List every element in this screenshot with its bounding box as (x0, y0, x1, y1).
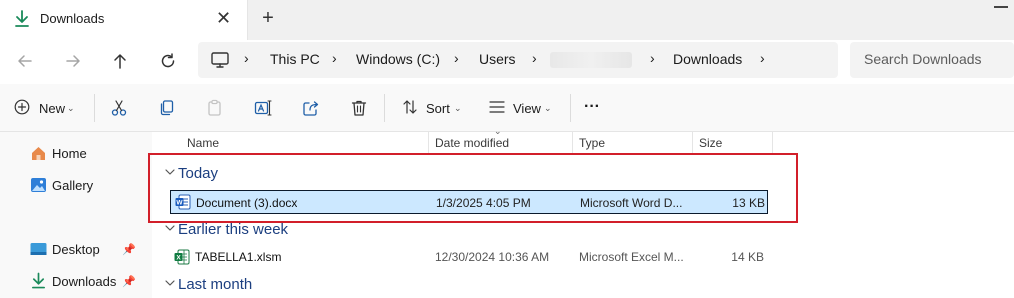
sidebar-item-label: Home (52, 146, 87, 161)
sidebar-item-desktop[interactable]: Desktop 📌 (24, 238, 148, 262)
file-name: Document (3).docx (196, 196, 298, 210)
sort-label: Sort (426, 101, 450, 116)
download-icon (15, 10, 29, 27)
word-doc-icon: W (175, 194, 191, 210)
chevron-down-icon (165, 169, 175, 175)
table-row[interactable]: X TABELLA1.xlsm 12/30/2024 10:36 AM Micr… (170, 245, 768, 269)
crumb-this-pc[interactable]: This PC (270, 51, 320, 67)
more-options-button[interactable]: ··· (584, 98, 600, 116)
column-separator[interactable] (772, 132, 773, 154)
divider (384, 94, 385, 122)
monitor-icon[interactable] (210, 51, 230, 69)
command-bar: New ⌄ Sort ⌄ View ⌄ ··· (0, 84, 1014, 132)
chevron-right-icon[interactable]: › (650, 50, 655, 66)
desktop-icon (30, 243, 47, 255)
file-size: 13 KB (732, 196, 765, 210)
copy-icon[interactable] (158, 99, 176, 117)
file-explorer-window: Downloads ✕ + › This PC › Windows (C:) ›… (0, 0, 1014, 298)
chevron-down-icon: ⌄ (454, 103, 462, 113)
new-button[interactable]: New ⌄ (12, 96, 78, 120)
sort-button[interactable]: Sort ⌄ (400, 96, 466, 120)
file-type: Microsoft Word D... (580, 196, 683, 210)
column-separator[interactable] (572, 132, 573, 154)
address-row: › This PC › Windows (C:) › Users › › Dow… (0, 40, 1014, 84)
rename-icon[interactable] (254, 99, 272, 117)
new-tab-button[interactable]: + (258, 6, 278, 30)
paste-icon[interactable] (206, 99, 224, 117)
new-label: New (39, 101, 66, 116)
sidebar-item-label: Downloads (52, 274, 117, 289)
excel-doc-icon: X (174, 249, 190, 265)
chevron-right-icon[interactable]: › (760, 50, 765, 66)
group-label: Last month (178, 276, 253, 293)
search-box[interactable] (850, 42, 1014, 78)
tab-downloads[interactable]: Downloads ✕ (0, 0, 248, 40)
minimize-icon[interactable] (994, 6, 1008, 8)
crumb-windows-c[interactable]: Windows (C:) (356, 51, 440, 67)
download-icon (32, 272, 45, 289)
forward-arrow-icon[interactable] (60, 48, 86, 74)
chevron-right-icon[interactable]: › (532, 50, 537, 66)
view-label: View (513, 101, 541, 116)
divider (570, 94, 571, 122)
back-arrow-icon[interactable] (12, 48, 38, 74)
redacted-username-crumb[interactable] (550, 52, 632, 68)
navigation-pane: Home Gallery Desktop 📌 Downloads � (0, 132, 152, 298)
tab-title: Downloads (40, 11, 105, 26)
column-header-date-modified[interactable]: Date modified (435, 136, 509, 150)
search-input[interactable] (864, 51, 1012, 67)
column-separator[interactable] (692, 132, 693, 154)
view-button[interactable]: View ⌄ (488, 96, 556, 120)
chevron-down-icon (165, 280, 175, 286)
svg-text:W: W (176, 200, 183, 207)
divider (94, 94, 95, 122)
file-date: 12/30/2024 10:36 AM (435, 250, 550, 264)
group-label: Earlier this week (178, 221, 289, 238)
file-type: Microsoft Excel M... (579, 250, 684, 264)
view-lines-icon (489, 101, 505, 113)
home-icon (32, 147, 45, 160)
table-row[interactable]: W Document (3).docx 1/3/2025 4:05 PM Mic… (170, 190, 768, 214)
sidebar-item-label: Desktop (52, 242, 100, 257)
chevron-right-icon[interactable]: › (454, 50, 459, 66)
column-header-size[interactable]: Size (699, 136, 722, 150)
cut-icon[interactable] (110, 99, 128, 117)
column-separator[interactable] (428, 132, 429, 154)
plus-circle-icon (14, 99, 30, 115)
pin-icon[interactable]: 📌 (122, 275, 136, 288)
chevron-down-icon: ⌄ (67, 103, 75, 113)
sidebar-item-label: Gallery (52, 178, 94, 193)
breadcrumb[interactable]: › This PC › Windows (C:) › Users › › Dow… (198, 42, 838, 78)
crumb-users[interactable]: Users (479, 51, 516, 67)
close-tab-icon[interactable]: ✕ (216, 8, 231, 28)
trash-icon[interactable] (350, 99, 368, 117)
sidebar-item-home[interactable]: Home (24, 142, 148, 166)
chevron-down-icon (165, 225, 175, 231)
file-list: Name Date modified ⌄ Type Size Today W D… (152, 126, 1014, 298)
tab-strip: Downloads ✕ + (0, 0, 1014, 40)
chevron-right-icon[interactable]: › (332, 50, 337, 66)
file-name: TABELLA1.xlsm (195, 250, 282, 264)
sort-chevron-icon: ⌄ (494, 126, 502, 136)
column-header-name[interactable]: Name (187, 136, 219, 150)
column-header-type[interactable]: Type (579, 136, 605, 150)
svg-text:X: X (176, 255, 181, 262)
share-icon[interactable] (302, 99, 320, 117)
file-date: 1/3/2025 4:05 PM (436, 196, 531, 210)
sidebar-item-gallery[interactable]: Gallery (24, 174, 148, 198)
refresh-icon[interactable] (155, 48, 181, 74)
chevron-right-icon[interactable]: › (244, 50, 249, 66)
sort-arrows-icon (403, 100, 417, 114)
crumb-downloads[interactable]: Downloads (673, 51, 742, 67)
sidebar-item-downloads[interactable]: Downloads 📌 (24, 270, 148, 294)
file-size: 14 KB (731, 250, 764, 264)
gallery-icon (31, 178, 46, 192)
pin-icon[interactable]: 📌 (122, 243, 136, 256)
group-label: Today (178, 165, 219, 182)
chevron-down-icon: ⌄ (544, 103, 552, 113)
up-arrow-icon[interactable] (107, 48, 133, 74)
